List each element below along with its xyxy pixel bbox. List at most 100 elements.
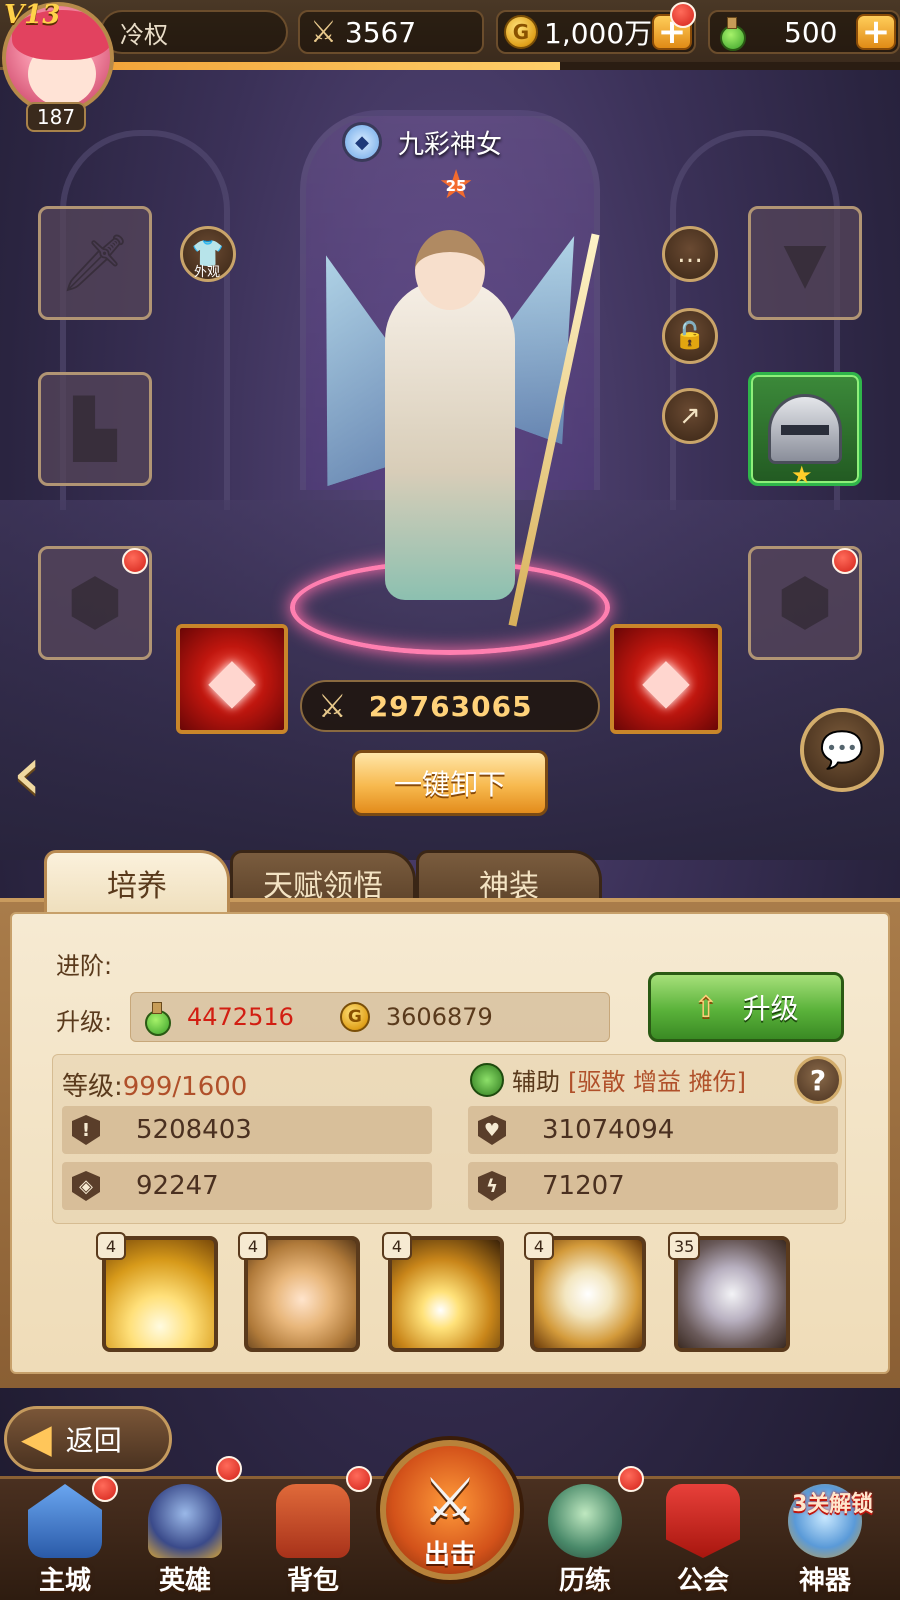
backpack-notification-dot	[346, 1466, 372, 1492]
share-button[interactable]: ↗	[662, 388, 718, 444]
nav-training[interactable]: 历练	[530, 1480, 640, 1600]
upgrade-cost: 4472516 G 3606879	[130, 992, 610, 1042]
player-name-pill: 冷权	[100, 10, 288, 54]
armor-slot[interactable]: ▼	[748, 206, 862, 320]
boot-icon: ▙	[73, 396, 117, 462]
gem-slot-right[interactable]: ◆	[610, 624, 722, 734]
crystal-orb-icon	[548, 1484, 622, 1558]
unequip-all-button[interactable]: 一键卸下	[352, 750, 548, 816]
boots-slot[interactable]: ▙	[38, 372, 152, 486]
nav-backpack[interactable]: 背包	[258, 1480, 368, 1600]
sword-icon: 🗡	[59, 231, 131, 296]
nav-heroes[interactable]: 英雄	[130, 1480, 240, 1600]
add-potion-button[interactable]: +	[856, 14, 896, 50]
helmet-icon	[148, 1484, 222, 1558]
stat-defense: ◈ 92247	[62, 1162, 432, 1210]
player-avatar-area[interactable]: V13 187	[0, 0, 120, 140]
hero-figure[interactable]	[250, 190, 650, 670]
potion-amount: 500	[784, 15, 838, 49]
chat-button[interactable]: 💬	[800, 708, 884, 792]
up-arrow-icon: ⇧	[693, 989, 719, 1025]
role-name: 辅助	[512, 1068, 560, 1096]
artifact-unlock-tag: 3关解锁	[792, 1492, 874, 1517]
upgrade-button-label: 升级	[742, 992, 799, 1025]
help-button[interactable]: ?	[794, 1056, 842, 1104]
crossed-swords-icon: ⚔	[318, 687, 347, 725]
weapon-slot[interactable]: 🗡	[38, 206, 152, 320]
hexagon-icon: ⬢	[777, 566, 833, 640]
helmet-icon	[768, 394, 842, 464]
nav-guild[interactable]: 公会	[648, 1480, 758, 1600]
chat-icon: 💬	[819, 730, 865, 771]
skill-level-4: 4	[524, 1232, 554, 1260]
stat-hp-value: 31074094	[542, 1115, 675, 1145]
tab-cultivate[interactable]: 培养	[44, 850, 230, 912]
hero-role: 辅助 [驱散 增益 摊伤]	[470, 1062, 746, 1097]
gold-coin-icon: G	[504, 15, 538, 49]
lock-button[interactable]: 🔓	[662, 308, 718, 364]
gold-pill: G 1,000万 +	[496, 10, 696, 54]
crossed-swords-icon: ⚔	[310, 14, 337, 50]
potion-icon	[141, 1000, 171, 1036]
attack-icon: !	[72, 1115, 100, 1145]
speed-icon: ϟ	[478, 1171, 506, 1201]
stat-attack: ! 5208403	[62, 1106, 432, 1154]
heroes-notification-dot	[216, 1456, 242, 1482]
vip-badge: V13	[4, 0, 61, 30]
skill-level-2: 4	[238, 1232, 268, 1260]
hexagon-icon: ⬢	[67, 566, 123, 640]
nav-attack[interactable]: ⚔ 出击	[380, 1440, 520, 1580]
main-city-notification-dot	[92, 1476, 118, 1502]
castle-icon	[28, 1484, 102, 1558]
hero-body	[385, 280, 515, 600]
combat-power-value: 29763065	[368, 689, 533, 723]
hero-head	[415, 230, 485, 310]
stat-defense-value: 92247	[136, 1171, 219, 1201]
nav-label: 主城	[38, 1566, 91, 1596]
backpack-icon	[276, 1484, 350, 1558]
level-value: 999/1600	[122, 1072, 248, 1102]
gem-icon: ◆	[642, 642, 690, 716]
gem-icon: ◆	[208, 642, 256, 716]
previous-hero-arrow-icon[interactable]: ‹	[12, 735, 42, 811]
accessory-right-notification-dot	[832, 548, 858, 574]
return-label: 返回	[65, 1424, 122, 1457]
level-label: 等级:	[62, 1072, 123, 1102]
support-role-icon	[470, 1062, 504, 1097]
player-level-badge: 187	[26, 102, 86, 132]
element-icon[interactable]: ◆	[342, 122, 382, 162]
armor-icon: ▼	[783, 230, 827, 296]
gem-slot-left[interactable]: ◆	[176, 624, 288, 734]
shield-icon: ◈	[72, 1171, 100, 1201]
nav-label: 历练	[558, 1566, 611, 1596]
return-button[interactable]: ◀ 返回	[4, 1406, 172, 1472]
training-notification-dot	[618, 1466, 644, 1492]
role-tags: [驱散 增益 摊伤]	[568, 1068, 746, 1096]
speech-bubble-icon: …	[677, 239, 703, 269]
stat-speed: ϟ 71207	[468, 1162, 838, 1210]
skill-level-1: 4	[96, 1232, 126, 1260]
star-icon: ★	[791, 461, 813, 489]
helmet-slot[interactable]: ★	[748, 372, 862, 489]
cost-potions: 4472516	[187, 1003, 294, 1031]
hero-combat-power: ⚔ 29763065	[300, 680, 600, 732]
chat-bubble-button[interactable]: …	[662, 226, 718, 282]
share-icon: ↗	[679, 401, 701, 431]
crossed-swords-icon: ⚔	[422, 1464, 478, 1537]
upgrade-button[interactable]: ⇧ 升级	[648, 972, 844, 1042]
nav-label: 出击	[423, 1540, 476, 1570]
accessory-left-notification-dot	[122, 548, 148, 574]
nav-label: 背包	[286, 1566, 339, 1596]
hero-name: 九彩神女	[398, 130, 503, 160]
left-arrow-icon: ◀	[21, 1416, 52, 1462]
gold-amount: 1,000万	[544, 17, 653, 50]
hero-level: 等级:999/1600	[62, 1066, 247, 1103]
nav-label: 神器	[798, 1566, 851, 1596]
player-power: 3567	[344, 15, 417, 49]
gold-notification-dot	[670, 2, 696, 28]
potion-pill: 500 +	[708, 10, 900, 54]
cost-gold: 3606879	[385, 1003, 493, 1031]
heart-icon: ♥	[478, 1115, 506, 1145]
nav-label: 英雄	[158, 1566, 211, 1596]
stat-attack-value: 5208403	[136, 1115, 252, 1145]
